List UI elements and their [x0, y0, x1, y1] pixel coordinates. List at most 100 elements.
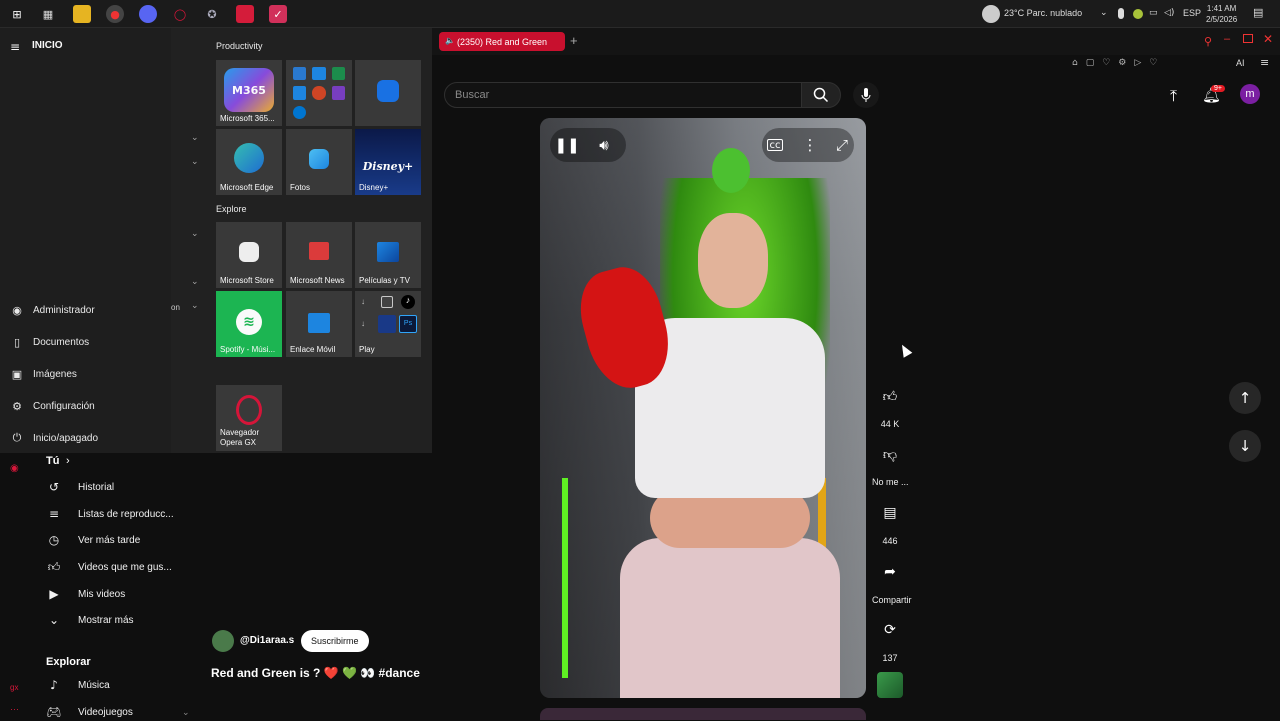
tile-microsoft-edge[interactable]: Microsoft Edge [216, 129, 282, 195]
maximize-icon[interactable] [1243, 34, 1253, 43]
channel-avatar[interactable] [212, 630, 234, 652]
you-chevron-icon[interactable]: › [66, 455, 70, 467]
pocket-icon[interactable]: ✓ [269, 5, 287, 23]
search-button[interactable] [801, 82, 841, 108]
volume-icon[interactable]: ◁) [1164, 8, 1174, 18]
start-item-configuracion[interactable]: ⚙ Configuración [10, 396, 95, 416]
dislike-action[interactable]: 👎︎ No me ... [872, 439, 909, 488]
start-item-power[interactable]: ⏻ Inicio/apagado [10, 428, 98, 448]
fullscreen-icon[interactable]: ⤢ [831, 134, 853, 156]
sound-thumbnail[interactable] [877, 672, 903, 698]
sidebar-item-historial[interactable]: ↺ Historial [46, 478, 114, 496]
remix-action[interactable]: ⟳ 137 [872, 615, 908, 663]
tile-spotify[interactable]: ≋ Spotify - Músi... [216, 291, 282, 357]
volume-icon[interactable]: 🔊︎ [593, 134, 615, 156]
browser-menu-icon[interactable]: ≡ [1260, 56, 1269, 69]
scroll-chevron-icon[interactable]: ⌄ [182, 708, 190, 718]
tab-active[interactable]: 🔈 (2350) Red and Green [439, 32, 565, 51]
photos-icon [309, 149, 329, 169]
next-video-preview[interactable] [540, 708, 866, 720]
tile-microsoft-store[interactable]: Microsoft Store [216, 222, 282, 288]
start-item-imagenes[interactable]: ▣ Imágenes [10, 364, 77, 384]
shield-app-icon[interactable]: ✪ [203, 5, 221, 23]
chevron-down-icon[interactable]: ⌄ [191, 133, 199, 143]
channel-name[interactable]: @Di1araa.s [240, 635, 294, 646]
share-label: Compartir [872, 595, 912, 605]
store-icon [239, 242, 259, 262]
tile-disney-plus[interactable]: Disney+ Disney+ [355, 129, 421, 195]
microphone-icon[interactable] [1118, 8, 1124, 19]
tile-outlook[interactable] [355, 60, 421, 126]
like-action[interactable]: 👍︎ 44 K [872, 381, 908, 430]
thumbs-down-icon[interactable]: 👎︎ [875, 439, 905, 469]
file-explorer-icon[interactable] [73, 5, 91, 23]
voice-search-button[interactable] [853, 82, 879, 108]
group-explore-title[interactable]: Explore [216, 204, 247, 214]
sidebar-item-my-videos[interactable]: ▶ Mis videos [46, 585, 125, 603]
network-icon[interactable]: ▭ [1149, 8, 1158, 18]
close-window-icon[interactable]: ✕ [1263, 32, 1273, 46]
share-action[interactable]: ➦ Compartir [872, 557, 912, 605]
search-tabs-icon[interactable]: ⚲ [1204, 35, 1212, 48]
user-icon: ◉ [12, 303, 22, 317]
you-section-title[interactable]: Tú [46, 455, 59, 467]
tile-microsoft-365[interactable]: M365 Microsoft 365... [216, 60, 282, 126]
comment-icon[interactable]: ▤ [875, 498, 905, 528]
tile-office-apps-folder[interactable] [286, 60, 352, 126]
sidebar-item-watch-later[interactable]: ◷ Ver más tarde [46, 531, 141, 549]
chevron-down-icon[interactable]: ⌄ [191, 301, 199, 311]
tile-play-folder[interactable]: ↓ ♪ ↓ Ps Play [355, 291, 421, 357]
start-item-documentos[interactable]: ▯ Documentos [10, 332, 89, 352]
opera-sidebar-icon[interactable]: gx [10, 683, 18, 692]
tile-opera-gx[interactable]: Navegador Opera GX [216, 385, 282, 451]
shorts-video-player[interactable]: ❚❚ 🔊︎ cc ⋮ ⤢ [540, 118, 866, 698]
captions-icon[interactable]: cc [767, 139, 783, 151]
chevron-down-icon[interactable]: ⌄ [191, 229, 199, 239]
avatar[interactable]: m [1240, 84, 1260, 104]
new-tab-button[interactable]: + [570, 33, 578, 48]
tray-chevron-icon[interactable]: ⌄ [1100, 8, 1108, 18]
opera-gx-icon[interactable]: ◯ [171, 5, 189, 23]
sidebar-item-gaming[interactable]: 🎮︎ Videojuegos [46, 703, 133, 721]
sidebar-item-playlists[interactable]: ≡ Listas de reproducc... [46, 505, 174, 523]
notification-center-icon[interactable]: ▤ [1253, 6, 1263, 19]
sidebar-item-liked-videos[interactable]: 👍︎ Videos que me gus... [46, 558, 172, 576]
thumbs-up-icon[interactable]: 👍︎ [875, 381, 905, 411]
previous-video-button[interactable]: ↑ [1229, 382, 1261, 414]
start-user[interactable]: ◉ Administrador [10, 300, 95, 320]
tile-fotos[interactable]: Fotos [286, 129, 352, 195]
minimize-icon[interactable]: – [1224, 33, 1230, 45]
next-video-button[interactable]: ↓ [1229, 430, 1261, 462]
share-icon[interactable]: ➦ [875, 557, 905, 587]
ai-button[interactable]: AI [1236, 58, 1245, 68]
windows-start-icon[interactable]: ⊞ [8, 5, 26, 23]
tile-peliculas-tv[interactable]: Películas y TV [355, 222, 421, 288]
hamburger-icon[interactable]: ≡ [10, 40, 20, 54]
search-input[interactable]: Buscar [444, 82, 802, 108]
clock[interactable]: 1:41 AM 2/5/2026 [1206, 3, 1237, 25]
onenote-icon [331, 86, 345, 100]
language-indicator[interactable]: ESP [1183, 8, 1201, 18]
more-icon[interactable]: ··· [10, 704, 19, 714]
discord-icon[interactable] [139, 5, 157, 23]
pause-icon[interactable]: ❚❚ [554, 134, 579, 156]
tile-enlace-movil[interactable]: Enlace Móvil [286, 291, 352, 357]
group-productivity-title[interactable]: Productivity [216, 41, 263, 51]
upload-icon[interactable]: ⤒ [1170, 86, 1177, 106]
tile-microsoft-news[interactable]: Microsoft News [286, 222, 352, 288]
task-view-icon[interactable]: ▦ [39, 5, 57, 23]
app-icon[interactable]: ● [106, 5, 124, 23]
weather-text[interactable]: 23°C Parc. nublado [1004, 8, 1082, 18]
status-icon[interactable] [1133, 9, 1143, 19]
skype-icon [293, 105, 307, 119]
sidebar-item-label: Ver más tarde [78, 534, 141, 546]
sidebar-item-music[interactable]: ♪ Música [46, 676, 110, 694]
app-red-icon[interactable] [236, 5, 254, 23]
comments-action[interactable]: ▤ 446 [872, 498, 908, 546]
subscribe-button[interactable]: Suscribirme [301, 630, 369, 652]
remix-icon[interactable]: ⟳ [875, 615, 905, 645]
chevron-down-icon[interactable]: ⌄ [191, 157, 199, 167]
sidebar-item-show-more[interactable]: ⌄ Mostrar más [46, 611, 134, 629]
more-options-icon[interactable]: ⋮ [799, 134, 821, 156]
chevron-down-icon[interactable]: ⌄ [191, 277, 199, 287]
